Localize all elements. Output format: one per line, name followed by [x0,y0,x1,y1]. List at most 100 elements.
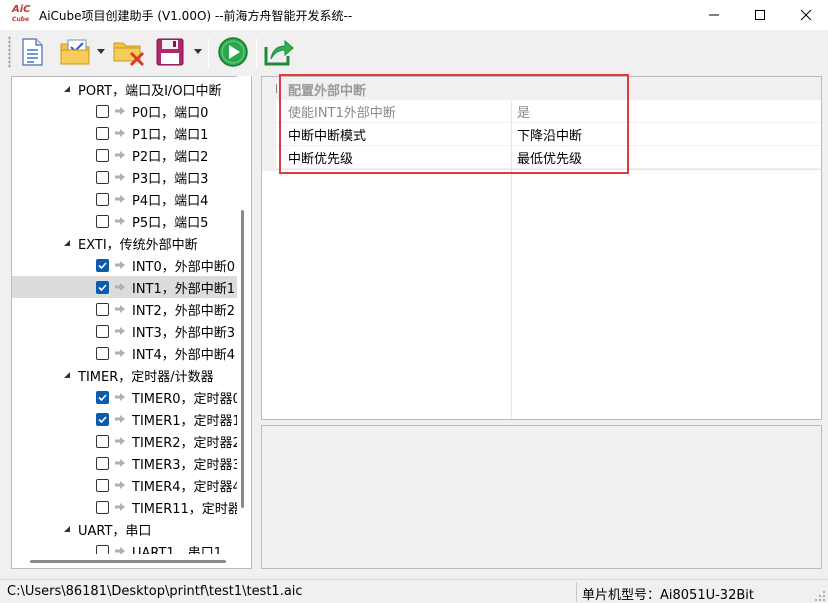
close-icon [800,9,812,21]
tree-item-checkbox[interactable] [96,390,109,404]
save-project-button[interactable] [153,35,187,69]
project-file-path: C:\Users\86181\Desktop\printf\test1\test… [7,584,303,599]
expanded-triangle-icon[interactable] [62,238,72,248]
tree-item-checkbox[interactable] [96,192,109,206]
maximize-button[interactable] [737,0,783,30]
tree-group[interactable]: PORT，端口及I/O口中断 [12,78,238,100]
tree-item[interactable]: INT1，外部中断1 [12,276,238,298]
new-project-button[interactable] [17,35,47,69]
tree-item-checkbox[interactable] [96,280,109,294]
tree-item[interactable]: INT4，外部中断4 [12,342,238,364]
toolbar [0,30,828,74]
property-grid-margin [262,77,276,171]
tree-item[interactable]: P3口，端口3 [12,166,238,188]
tree-item-label: INT1，外部中断1 [132,281,236,297]
export-button[interactable] [262,35,296,69]
window-title: AiCube项目创建助手 (V1.00O) --前海方舟智能开发系统-- [39,8,353,23]
tree-item-label: PORT，端口及I/O口中断 [78,83,222,99]
arrow-right-icon [115,173,125,181]
tree-item[interactable]: TIMER4，定时器4 [12,474,238,496]
tree-item[interactable]: P5口，端口5 [12,210,238,232]
minimize-icon [709,14,719,16]
tree-item-label: EXTI，传统外部中断 [78,237,198,253]
arrow-right-icon [115,107,125,115]
tree-item[interactable]: TIMER11，定时器11 [12,496,238,518]
open-dropdown-arrow-icon[interactable] [97,49,105,55]
generate-code-button[interactable] [215,35,251,69]
tree-item-checkbox[interactable] [96,126,109,140]
save-dropdown-arrow-icon[interactable] [194,49,202,55]
open-project-button[interactable] [58,35,92,69]
tree-item[interactable]: TIMER2，定时器2 [12,430,238,452]
tree-item-label: TIMER，定时器/计数器 [78,369,214,385]
tree-item-label: UART，串口 [78,523,152,539]
tree-item[interactable]: P4口，端口4 [12,188,238,210]
logo-text-bottom: Cube [12,16,30,23]
tree-item-checkbox[interactable] [96,324,109,338]
tree-group[interactable]: EXTI，传统外部中断 [12,232,238,254]
tree-item[interactable]: TIMER3，定时器3 [12,452,238,474]
title-bar: AiC Cube AiCube项目创建助手 (V1.00O) --前海方舟智能开… [0,0,828,30]
expanded-triangle-icon[interactable] [62,84,72,94]
tree-item[interactable]: INT0，外部中断0 [12,254,238,276]
status-separator [576,582,577,602]
tree-item-label: TIMER1，定时器1 [132,413,238,429]
arrow-right-icon [115,261,125,269]
tree-item-label: TIMER3，定时器3 [132,457,238,473]
tree-item-checkbox[interactable] [96,412,109,426]
tree-item-checkbox[interactable] [96,258,109,272]
tree-item-label: TIMER4，定时器4 [132,479,238,495]
tree-item-checkbox[interactable] [96,346,109,360]
arrow-right-icon [115,481,125,489]
tree-item[interactable]: P2口，端口2 [12,144,238,166]
tree-item-checkbox[interactable] [96,456,109,470]
checkmark-icon [98,415,107,423]
arrow-right-icon [115,503,125,511]
arrow-right-icon [115,283,125,291]
toolbar-grip[interactable] [8,36,11,68]
resize-grip-icon[interactable] [814,590,826,602]
arrow-right-icon [115,437,125,445]
tree-item[interactable]: INT2，外部中断2 [12,298,238,320]
tree-item-checkbox[interactable] [96,434,109,448]
tree-item-label: P1口，端口1 [132,127,209,143]
close-button[interactable] [783,0,828,30]
tree-horizontal-scroll-thumb[interactable] [30,560,226,563]
tree-item-checkbox[interactable] [96,302,109,316]
tree-item-checkbox[interactable] [96,104,109,118]
tree-item-label: TIMER11，定时器11 [132,501,238,517]
arrow-right-icon [115,305,125,313]
tree-item-checkbox[interactable] [96,214,109,228]
tree-item-label: P4口，端口4 [132,193,209,209]
tree-item[interactable]: P1口，端口1 [12,122,238,144]
expanded-triangle-icon[interactable] [62,524,72,534]
tree-item-label: TIMER0，定时器0 [132,391,238,407]
tree-vertical-scroll-thumb[interactable] [241,210,244,508]
tree-item-label: P2口，端口2 [132,149,209,165]
app-logo: AiC Cube [11,5,31,25]
tree-item[interactable]: TIMER1，定时器1 [12,408,238,430]
tree-vertical-scrollbar[interactable] [237,76,251,554]
arrow-right-icon [115,415,125,423]
close-project-button[interactable] [112,35,146,69]
logo-text-top: AiC [12,4,31,15]
tree-item[interactable]: INT3，外部中断3 [12,320,238,342]
tree-item-checkbox[interactable] [96,170,109,184]
arrow-right-icon [115,393,125,401]
tree-item-checkbox[interactable] [96,478,109,492]
tree-item-checkbox[interactable] [96,500,109,514]
tree-item[interactable]: P0口，端口0 [12,100,238,122]
tree-item[interactable]: TIMER0，定时器0 [12,386,238,408]
maximize-icon [755,10,765,20]
checkmark-icon [98,393,107,401]
module-tree[interactable]: PORT，端口及I/O口中断 P0口，端口0 P1口，端口1 P2口，端口2 P3口，端… [11,76,252,569]
arrow-right-icon [115,129,125,137]
tree-item-label: INT2，外部中断2 [132,303,236,319]
minimize-button[interactable] [691,0,737,30]
tree-group[interactable]: UART，串口 [12,518,238,540]
tree-item-label: P0口，端口0 [132,105,209,121]
checkmark-icon [98,283,107,291]
tree-group[interactable]: TIMER，定时器/计数器 [12,364,238,386]
expanded-triangle-icon[interactable] [62,370,72,380]
tree-item-checkbox[interactable] [96,148,109,162]
